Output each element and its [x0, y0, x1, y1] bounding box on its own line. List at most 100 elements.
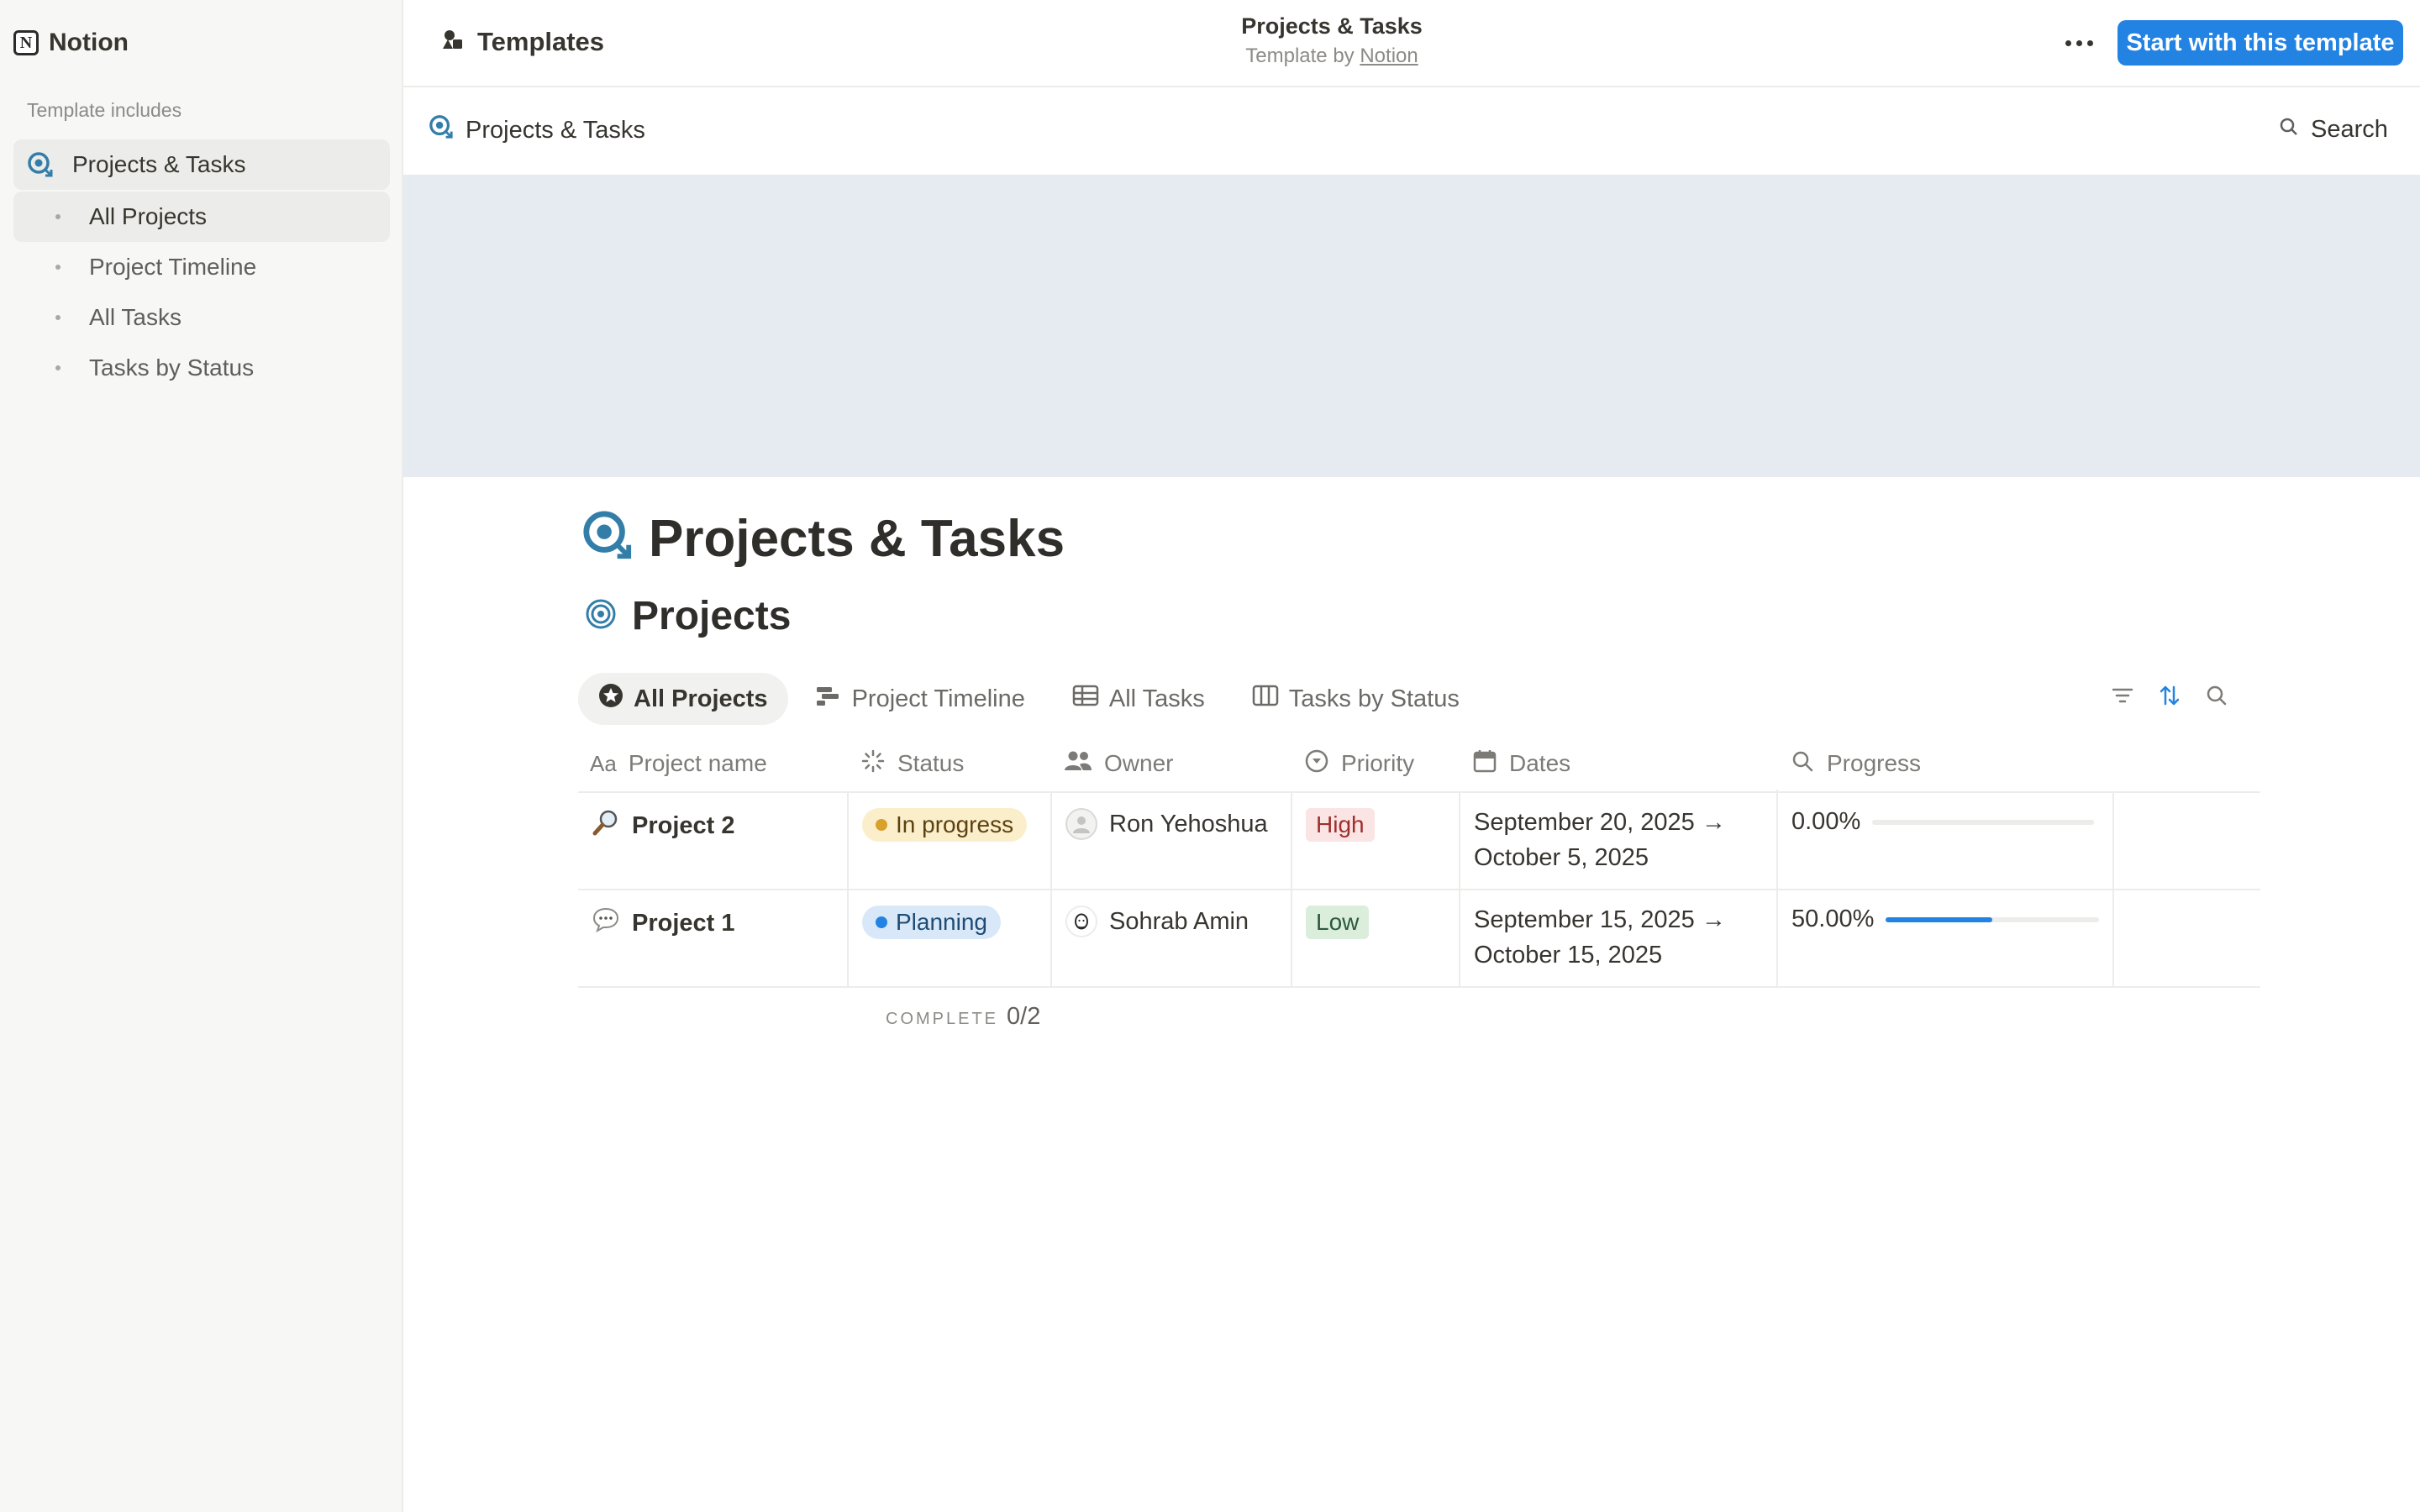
sidebar-item-label: All Projects [89, 203, 208, 229]
status-dot-icon [876, 819, 887, 831]
search-icon [1790, 748, 1815, 780]
tab-all-projects[interactable]: All Projects [578, 673, 788, 725]
status-badge: Planning [862, 906, 1001, 939]
tab-project-timeline[interactable]: Project Timeline [795, 673, 1045, 725]
magnifier-icon [592, 808, 620, 843]
priority-cell[interactable]: Low [1292, 890, 1460, 986]
column-label: Dates [1509, 750, 1571, 776]
date-start: September 20, 2025 → [1474, 809, 1726, 836]
author-link[interactable]: Notion [1360, 45, 1418, 67]
column-progress[interactable]: Progress [1778, 736, 2114, 791]
people-icon [1064, 748, 1092, 780]
date-end: October 5, 2025 [1474, 844, 1649, 871]
target-icon [585, 598, 617, 634]
template-author: Template by Notion [403, 45, 2260, 68]
template-includes-label: Template includes [27, 99, 182, 121]
sidebar: N Notion Template includes Projects & Ta… [0, 0, 403, 1512]
status-dot-icon [876, 916, 887, 928]
template-heading: Projects & Tasks Template by Notion [403, 13, 2260, 68]
calendar-icon [1472, 748, 1497, 780]
column-owner[interactable]: Owner [1052, 736, 1292, 791]
priority-badge: High [1306, 808, 1375, 842]
sidebar-item-label: Tasks by Status [89, 354, 255, 381]
target-arrow-icon [429, 114, 454, 146]
progress-cell[interactable]: 50.00% [1778, 890, 2114, 986]
sidebar-item-all-projects[interactable]: All Projects [13, 192, 390, 242]
sidebar-item-all-tasks[interactable]: All Tasks [13, 292, 390, 343]
tab-label: All Tasks [1108, 685, 1205, 712]
tab-label: Project Timeline [851, 685, 1025, 712]
column-status[interactable]: Status [849, 736, 1052, 791]
status-label: In progress [896, 811, 1014, 837]
sidebar-item-projects-tasks[interactable]: Projects & Tasks [13, 139, 390, 190]
view-tabs: All Projects Project Timeline All Tasks … [578, 672, 1486, 726]
tab-label: All Projects [634, 685, 768, 712]
column-label: Priority [1341, 750, 1415, 776]
avatar [1065, 808, 1097, 840]
notion-logo-icon: N [13, 30, 39, 55]
breadcrumb[interactable]: Projects & Tasks [429, 114, 645, 146]
dates-cell[interactable]: September 15, 2025 → October 15, 2025 [1460, 887, 1778, 986]
calculation-value: 0/2 [1007, 1003, 1041, 1030]
project-name-cell[interactable]: Project 2 [578, 793, 849, 889]
owner-cell[interactable]: Ron Yehoshua [1052, 793, 1292, 889]
tab-label: Tasks by Status [1288, 685, 1460, 712]
progress-cell[interactable]: 0.00% [1778, 793, 2114, 889]
sidebar-item-label: Project Timeline [89, 254, 257, 280]
search-button[interactable]: Search [2279, 116, 2388, 144]
owner-cell[interactable]: Sohrab Amin [1052, 890, 1292, 986]
top-bar: Templates Projects & Tasks Template by N… [403, 0, 2420, 87]
database-title-row[interactable]: Projects [585, 593, 791, 639]
tab-all-tasks[interactable]: All Tasks [1052, 673, 1225, 725]
status-cell[interactable]: In progress [849, 793, 1052, 889]
sidebar-item-tasks-by-status[interactable]: Tasks by Status [13, 343, 390, 393]
empty-cell [2114, 890, 2260, 986]
search-label: Search [2311, 116, 2388, 143]
projects-table: Aa Project name Status Owner Priority Da… [578, 736, 2260, 988]
column-dates[interactable]: Dates [1460, 736, 1778, 791]
date-start: September 15, 2025 → [1474, 906, 1726, 933]
owner-name: Ron Yehoshua [1109, 810, 1268, 837]
sort-icon[interactable] [2156, 682, 2183, 713]
avatar [1065, 906, 1097, 937]
star-circle-icon [598, 683, 623, 715]
column-label: Status [897, 750, 965, 776]
page-title: Projects & Tasks [649, 510, 1065, 568]
progress-value: 50.00% [1791, 906, 1875, 932]
status-cell[interactable]: Planning [849, 890, 1052, 986]
page-header: Projects & Tasks Search [403, 87, 2420, 175]
project-name: Project 2 [632, 811, 735, 839]
dates-cell[interactable]: September 20, 2025 → October 5, 2025 [1460, 790, 1778, 889]
priority-badge: Low [1306, 906, 1370, 939]
brand[interactable]: N Notion [13, 25, 129, 60]
select-circle-icon [1304, 748, 1329, 780]
table-row[interactable]: Project 2 In progress Ron Yehoshua High … [578, 790, 2260, 890]
column-priority[interactable]: Priority [1292, 736, 1460, 791]
project-name-cell[interactable]: Project 1 [578, 890, 849, 986]
page-title-row: Projects & Tasks [581, 509, 1065, 569]
start-with-template-button[interactable]: Start with this template [2118, 20, 2403, 66]
column-project-name[interactable]: Aa Project name [578, 736, 849, 791]
search-icon [2279, 116, 2299, 144]
bullet-icon [55, 315, 60, 320]
priority-cell[interactable]: High [1292, 793, 1460, 889]
more-options-icon[interactable] [2059, 25, 2099, 60]
sidebar-item-label: All Tasks [89, 304, 182, 330]
sidebar-item-project-timeline[interactable]: Project Timeline [13, 242, 390, 292]
template-by-label: Template by [1245, 45, 1355, 67]
progress-value: 0.00% [1791, 808, 1861, 835]
filter-icon[interactable] [2109, 682, 2136, 713]
tab-tasks-by-status[interactable]: Tasks by Status [1232, 673, 1480, 725]
target-arrow-icon [25, 150, 55, 180]
board-icon [1252, 684, 1279, 714]
status-calculation[interactable]: COMPLETE 0/2 [886, 1003, 1040, 1031]
progress-bar [1886, 916, 2099, 922]
view-toolbar [2109, 682, 2230, 713]
calculation-key: COMPLETE [886, 1010, 999, 1028]
database-title: Projects [632, 594, 792, 638]
table-header: Aa Project name Status Owner Priority Da… [578, 736, 2260, 793]
speech-bubble-icon [592, 906, 620, 941]
search-icon[interactable] [2203, 682, 2230, 713]
status-badge: In progress [862, 808, 1028, 842]
table-row[interactable]: Project 1 Planning Sohrab Amin Low Septe… [578, 887, 2260, 988]
